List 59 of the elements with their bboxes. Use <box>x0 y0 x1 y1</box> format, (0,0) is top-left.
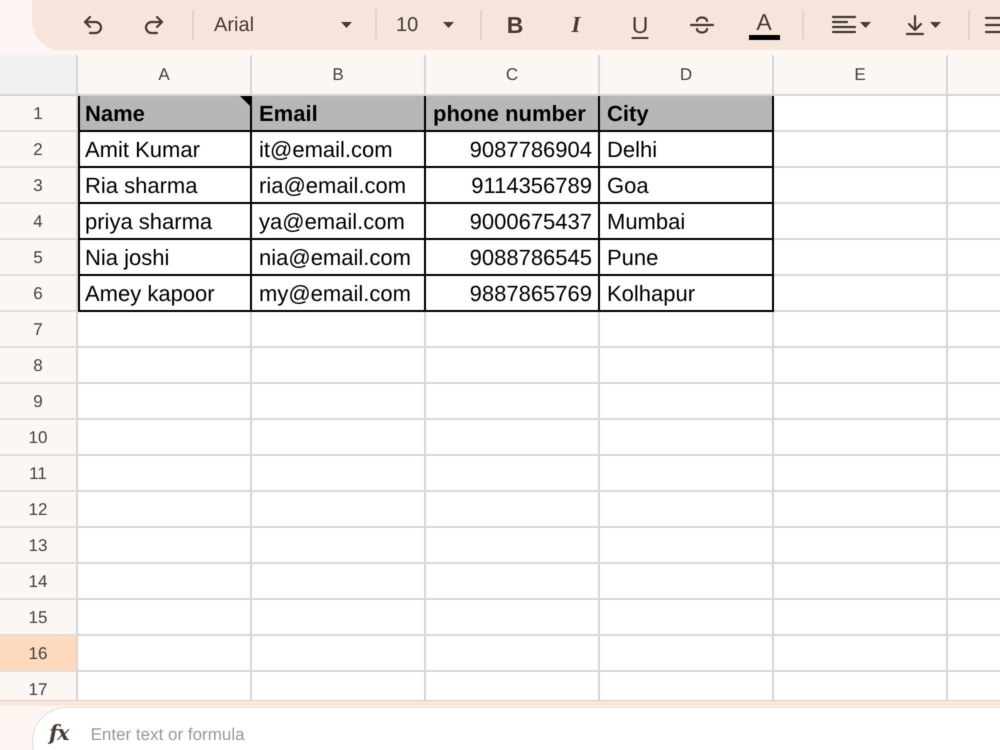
bold-button[interactable]: B <box>500 8 530 42</box>
caret-icon <box>930 22 941 28</box>
row-header[interactable]: 3 <box>0 168 78 204</box>
row-header[interactable]: 2 <box>0 132 78 168</box>
row-header[interactable]: 11 <box>0 456 78 492</box>
row-header[interactable]: 14 <box>0 564 78 600</box>
table-cell: my@email.com <box>252 276 426 312</box>
table-cell: Amit Kumar <box>78 132 252 168</box>
table-cell: 9088786545 <box>426 240 600 276</box>
row-header[interactable]: 9 <box>0 384 78 420</box>
row-header[interactable]: 6 <box>0 276 78 312</box>
italic-button[interactable]: I <box>561 8 591 42</box>
header-cell: Email <box>252 96 426 132</box>
undo-icon <box>81 13 105 37</box>
header-cell: City <box>600 96 774 132</box>
table-cell: Pune <box>600 240 774 276</box>
row-header[interactable]: 17 <box>0 672 78 700</box>
header-cell: phone number <box>426 96 600 132</box>
redo-icon <box>142 13 166 37</box>
row-header[interactable]: 16 <box>0 636 78 672</box>
row-header[interactable]: 5 <box>0 240 78 276</box>
function-label: fx <box>49 720 69 746</box>
table-cell: Goa <box>600 168 774 204</box>
text-color-button[interactable]: A <box>748 8 780 42</box>
row-header[interactable]: 7 <box>0 312 78 348</box>
color-swatch-icon <box>748 35 780 40</box>
table-cell: it@email.com <box>252 132 426 168</box>
underline-button[interactable]: U <box>625 8 655 42</box>
row-header[interactable]: 4 <box>0 204 78 240</box>
table-cell: Ria sharma <box>78 168 252 204</box>
table-cell: 9087786904 <box>426 132 600 168</box>
caret-icon <box>341 22 352 28</box>
font-size-dropdown[interactable]: 10 <box>392 9 458 41</box>
table-cell: Kolhapur <box>600 276 774 312</box>
formula-bar[interactable]: fx Enter text or formula <box>32 707 1000 750</box>
table-cell: Amey kapoor <box>78 276 252 312</box>
caret-icon <box>443 22 454 28</box>
table-cell: Nia joshi <box>78 240 252 276</box>
row-header[interactable]: 1 <box>0 96 78 132</box>
table-cell: priya sharma <box>78 204 252 240</box>
formula-input[interactable]: Enter text or formula <box>90 722 591 748</box>
arrow-down-to-line-icon <box>903 13 927 37</box>
font-dropdown[interactable]: Arial <box>210 9 356 41</box>
row-header[interactable]: 15 <box>0 600 78 636</box>
table-cell: 9000675437 <box>426 204 600 240</box>
table-cell: ria@email.com <box>252 168 426 204</box>
table-cell: 9887865769 <box>426 276 600 312</box>
row-header[interactable]: 10 <box>0 420 78 456</box>
header-cell: Name <box>78 96 252 132</box>
row-header[interactable]: 13 <box>0 528 78 564</box>
table-cell: 9114356789 <box>426 168 600 204</box>
row-header[interactable]: 8 <box>0 348 78 384</box>
table-cell: nia@email.com <box>252 240 426 276</box>
row-header[interactable]: 12 <box>0 492 78 528</box>
strikethrough-icon <box>689 14 715 36</box>
table-cell: Mumbai <box>600 204 774 240</box>
table-cell: ya@email.com <box>252 204 426 240</box>
table-cell: Delhi <box>600 132 774 168</box>
caret-icon <box>860 22 871 28</box>
